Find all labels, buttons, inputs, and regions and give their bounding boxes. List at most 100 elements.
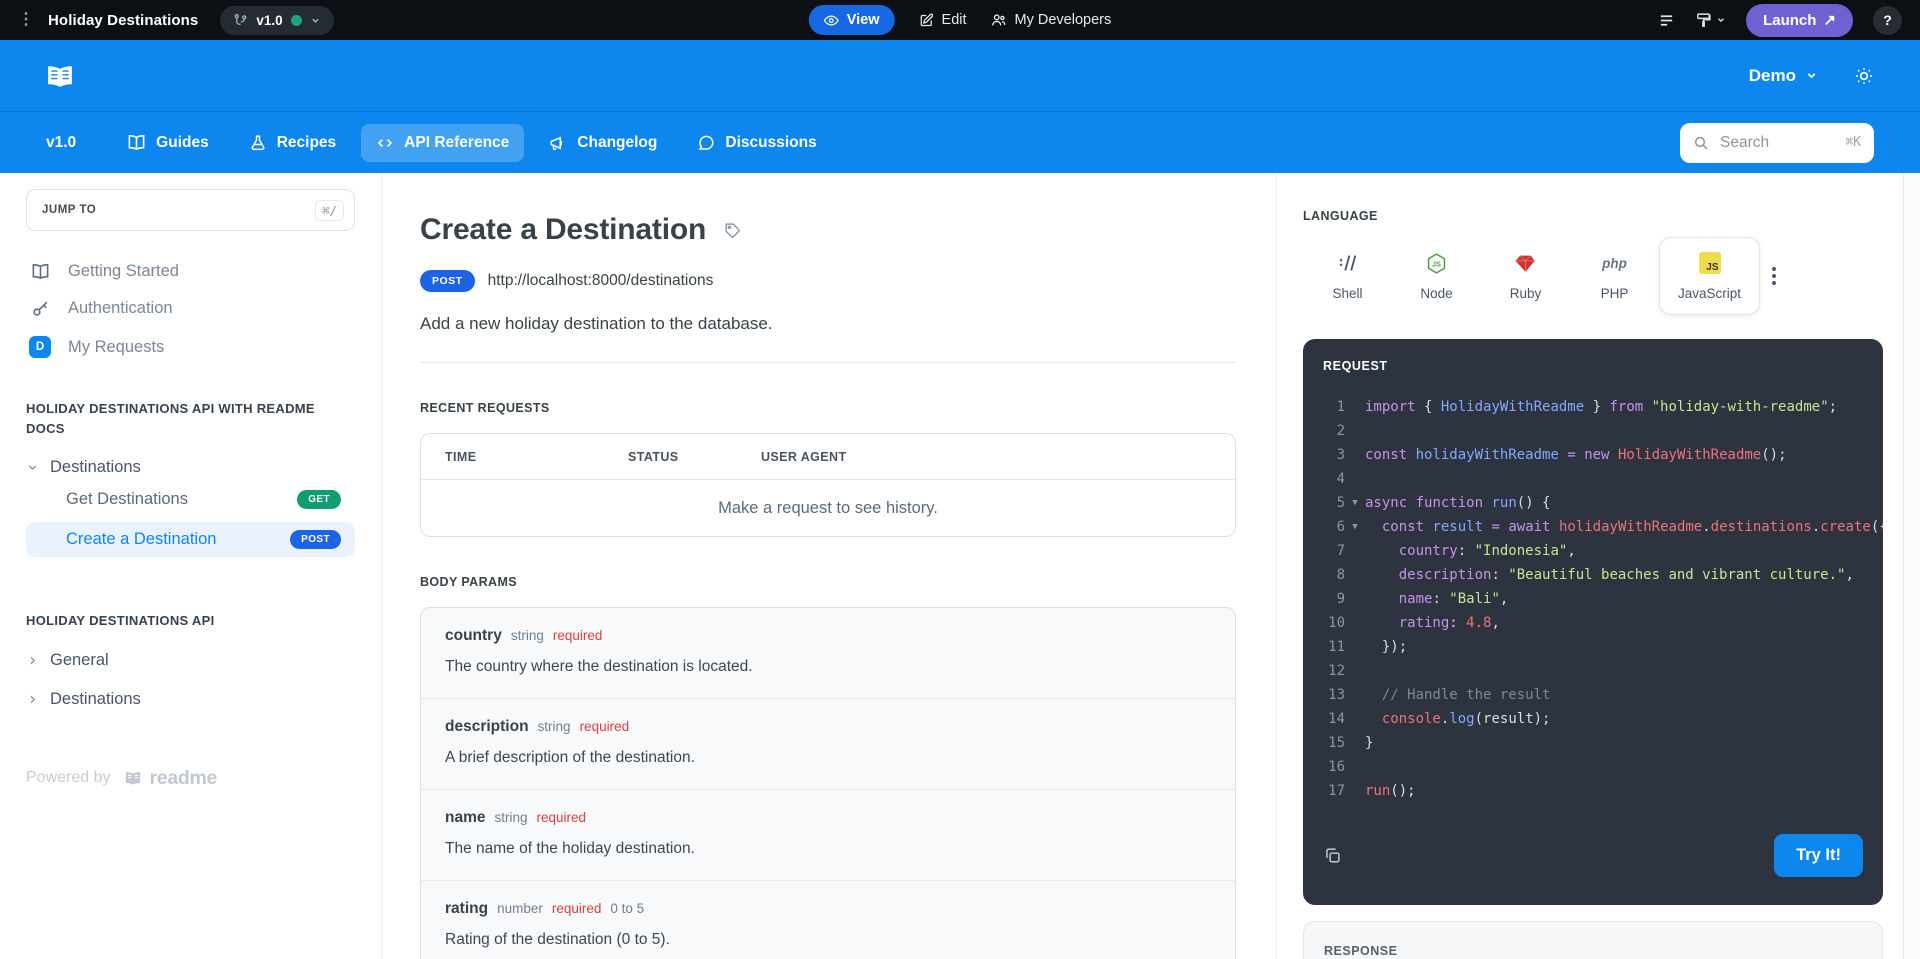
php-icon: php <box>1602 251 1627 275</box>
code-text: rating: 4.8, <box>1365 611 1500 635</box>
line-number: 4 <box>1315 467 1345 491</box>
launch-button[interactable]: Launch ↗ <box>1746 4 1853 37</box>
help-button[interactable]: ? <box>1873 6 1902 35</box>
nav-item-api-reference[interactable]: API Reference <box>361 124 524 162</box>
divider <box>420 362 1236 363</box>
sidebar-endpoint-create-a-destination[interactable]: Create a DestinationPOST <box>26 522 355 557</box>
hero-header: Demo <box>0 40 1920 111</box>
sidebar-group-destinations[interactable]: Destinations <box>26 458 355 477</box>
nav-item-guides[interactable]: Guides <box>112 123 224 162</box>
endpoint-description: Add a new holiday destination to the dat… <box>420 314 1236 334</box>
request-code-panel: REQUEST 1import { HolidayWithReadme } fr… <box>1303 339 1883 905</box>
view-button[interactable]: View <box>809 5 895 35</box>
powered-by[interactable]: Powered by readme <box>26 767 355 790</box>
sidebar-group-general[interactable]: General <box>26 651 355 670</box>
nav-item-recipes[interactable]: Recipes <box>234 124 351 162</box>
search-box[interactable]: ⌘K <box>1680 123 1874 163</box>
method-badge: GET <box>297 490 341 509</box>
megaphone-icon <box>549 134 567 152</box>
line-number: 6 <box>1315 515 1345 539</box>
sidebar-group-destinations[interactable]: Destinations <box>26 690 355 709</box>
code-footer: Try It! <box>1303 824 1883 905</box>
line-number: 12 <box>1315 659 1345 683</box>
nav-item-changelog[interactable]: Changelog <box>534 124 672 162</box>
version-dropdown[interactable]: v1.0 <box>220 6 333 35</box>
project-dropdown[interactable]: Demo <box>1749 66 1818 86</box>
language-tab-label: PHP <box>1601 286 1629 301</box>
kebab-menu-icon[interactable]: ⋮ <box>18 12 34 28</box>
param-type: string <box>511 628 544 643</box>
line-number: 10 <box>1315 611 1345 635</box>
theme-sun-icon[interactable] <box>1854 66 1874 86</box>
sidebar-item-my-requests[interactable]: DMy Requests <box>26 327 355 367</box>
endpoint-label: Create a Destination <box>66 530 216 549</box>
endpoint-row: POST http://localhost:8000/destinations <box>420 270 1236 292</box>
powered-by-label: Powered by <box>26 769 111 787</box>
my-developers-button[interactable]: My Developers <box>991 12 1112 28</box>
node-icon: JS <box>1425 251 1448 275</box>
nav-item-label: Changelog <box>577 134 657 152</box>
fold-arrow-icon[interactable]: ▼ <box>1345 491 1365 515</box>
language-menu-kebab-icon[interactable] <box>1772 267 1776 285</box>
language-tab-php[interactable]: php PHP <box>1570 237 1659 315</box>
edit-button[interactable]: Edit <box>919 12 967 28</box>
param-name: country <box>445 627 502 645</box>
code-text: }); <box>1365 635 1407 659</box>
language-tab-node[interactable]: JSNode <box>1392 237 1481 315</box>
main-nav: v1.0 Guides Recipes API Reference Changelog… <box>0 111 1920 173</box>
code-line: 2 <box>1315 419 1883 443</box>
sidebar-item-label: Getting Started <box>68 262 179 281</box>
sidebar-sections: HOLIDAY DESTINATIONS API WITH README DOC… <box>26 399 355 709</box>
fold-arrow-icon[interactable]: ▼ <box>1345 515 1365 539</box>
sidebar-section-title: HOLIDAY DESTINATIONS API WITH README DOC… <box>26 399 355 438</box>
sidebar-endpoint-get-destinations[interactable]: Get DestinationsGET <box>26 482 355 517</box>
sidebar-item-getting-started[interactable]: Getting Started <box>26 253 355 290</box>
code-line: 17run(); <box>1315 779 1883 803</box>
copy-code-button[interactable] <box>1323 846 1342 865</box>
code-line: 3const holidayWithReadme = new HolidayWi… <box>1315 443 1883 467</box>
theme-brush-button[interactable] <box>1695 12 1726 29</box>
topbar-right: Launch ↗ ? <box>1658 4 1902 37</box>
tag-anchor-icon[interactable] <box>724 222 741 239</box>
page-scrollbar[interactable] <box>1903 173 1920 959</box>
param-description: Rating of the destination (0 to 5). <box>445 931 1211 949</box>
title-row: Create a Destination <box>420 213 1236 247</box>
code-line: 4 <box>1315 467 1883 491</box>
line-number: 17 <box>1315 779 1345 803</box>
code-line: 11 }); <box>1315 635 1883 659</box>
line-number: 16 <box>1315 755 1345 779</box>
readme-docs-page: ⋮ Holiday Destinations v1.0 <box>0 0 1920 959</box>
recent-requests-column: TIME <box>421 450 628 464</box>
code-icon <box>376 134 394 152</box>
code-line: 6▼ const result = await holidayWithReadm… <box>1315 515 1883 539</box>
jump-to-label: JUMP TO <box>42 204 96 216</box>
sidebar-group-label: Destinations <box>50 690 141 709</box>
line-number: 5 <box>1315 491 1345 515</box>
param-description: The country where the destination is loc… <box>445 658 1211 676</box>
align-menu-icon[interactable] <box>1658 12 1675 29</box>
body-params-heading: BODY PARAMS <box>420 575 1236 589</box>
try-it-button[interactable]: Try It! <box>1774 834 1863 877</box>
code-text: console.log(result); <box>1365 707 1550 731</box>
code-line: 12 <box>1315 659 1883 683</box>
nav-item-discussions[interactable]: Discussions <box>682 124 831 162</box>
nav-version[interactable]: v1.0 <box>46 134 76 152</box>
language-tab-javascript[interactable]: JSJavaScript <box>1659 237 1760 315</box>
hero-header-right: Demo <box>1749 66 1874 86</box>
project-logo-book-icon[interactable] <box>44 61 76 91</box>
svg-text:JS: JS <box>1432 260 1441 268</box>
language-tab-ruby[interactable]: Ruby <box>1481 237 1570 315</box>
readme-logo: readme <box>122 767 218 790</box>
line-number: 15 <box>1315 731 1345 755</box>
language-tab-shell[interactable]: Shell <box>1303 237 1392 315</box>
recent-requests-table: TIMESTATUSUSER AGENT Make a request to s… <box>420 433 1236 537</box>
sidebar-item-authentication[interactable]: Authentication <box>26 290 355 327</box>
chevron-down-icon <box>1805 69 1818 82</box>
shell-icon <box>1336 251 1360 275</box>
param-row-rating: ratingnumberrequired0 to 5Rating of the … <box>421 881 1235 959</box>
language-tab-label: JavaScript <box>1678 286 1741 301</box>
jump-to-button[interactable]: JUMP TO ⌘/ <box>26 189 355 231</box>
language-tab-label: Ruby <box>1510 286 1542 301</box>
search-input[interactable] <box>1718 133 1836 153</box>
body-params-box: countrystringrequiredThe country where t… <box>420 607 1236 959</box>
